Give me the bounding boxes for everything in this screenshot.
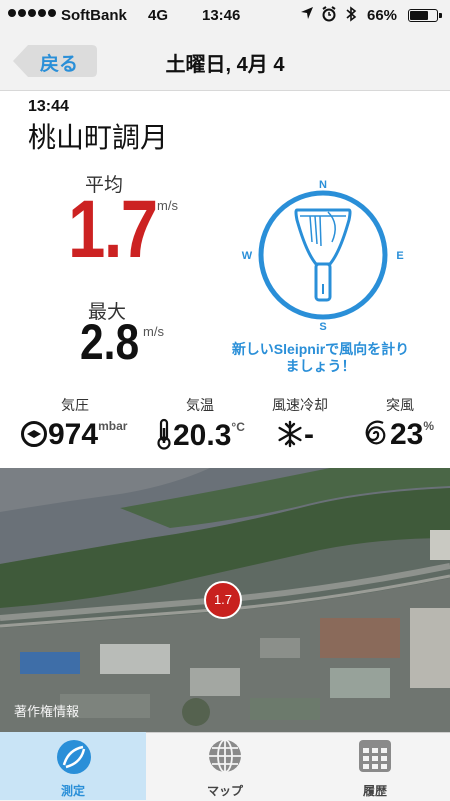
map-copyright-link[interactable]: 著作権情報 (14, 701, 79, 720)
tab-map[interactable]: マップ (150, 732, 300, 800)
map-reading-marker[interactable]: 1.7 (204, 581, 242, 619)
tab-history[interactable]: 履歴 (300, 732, 450, 800)
gust-label: 突風 (386, 397, 414, 413)
snowflake-icon (278, 420, 302, 448)
pressure-stat: 974mbar (20, 418, 127, 452)
reading-time: 13:44 (28, 98, 69, 115)
gust-value: 23 (390, 418, 424, 451)
globe-icon (207, 738, 243, 779)
pressure-label: 気圧 (61, 397, 89, 413)
windchill-stat: - (276, 418, 314, 452)
anemometer-device-icon (294, 208, 352, 302)
calendar-icon (357, 738, 393, 779)
compass-east-label: E (396, 250, 403, 262)
alarm-icon (321, 6, 337, 26)
gust-unit: % (423, 419, 435, 433)
header-divider (0, 90, 450, 91)
gust-stat: 23% (362, 418, 434, 452)
compass-north-label: N (319, 179, 327, 191)
carrier-name: SoftBank (61, 7, 127, 24)
tab-map-label: マップ (206, 784, 243, 798)
pressure-value: 974 (48, 418, 99, 451)
signal-strength-icon (8, 9, 56, 17)
max-wind-speed: 2.8 (80, 314, 140, 370)
bluetooth-icon (345, 6, 357, 26)
pressure-unit: mbar (98, 419, 128, 433)
battery-icon (408, 9, 442, 22)
sleipnir-promo-link[interactable]: 新しいSleipnirで風向を計りましょう！ (228, 341, 413, 375)
temperature-label: 気温 (186, 397, 214, 413)
compass-west-label: W (242, 250, 253, 262)
max-unit: m/s (143, 324, 164, 339)
status-clock: 13:46 (202, 7, 241, 24)
tab-measure-label: 測定 (60, 784, 85, 798)
tab-measure[interactable]: 測定 (0, 732, 146, 800)
wind-direction-compass[interactable]: N E S W (240, 172, 410, 334)
battery-percent: 66% (367, 7, 398, 24)
gust-swirl-icon (365, 420, 386, 445)
tab-history-label: 履歴 (362, 784, 387, 798)
temperature-unit: °C (231, 420, 245, 434)
location-arrow-icon (300, 6, 314, 24)
location-name: 桃山町調月 (28, 122, 169, 153)
thermometer-icon (157, 418, 171, 450)
network-type: 4G (148, 7, 169, 24)
windchill-label: 風速冷却 (272, 397, 328, 413)
status-bar: SoftBank 4G 13:46 66% (0, 0, 450, 32)
barometer-icon (21, 421, 47, 447)
compass-south-label: S (319, 321, 326, 333)
temperature-value: 20.3 (173, 419, 232, 452)
page-title: 土曜日, 4月 4 (165, 54, 285, 76)
average-wind-speed: 1.7 (68, 184, 158, 275)
measure-icon (55, 738, 93, 781)
temperature-stat: 20.3°C (155, 418, 245, 453)
average-unit: m/s (157, 198, 178, 213)
windchill-value: - (304, 418, 314, 451)
